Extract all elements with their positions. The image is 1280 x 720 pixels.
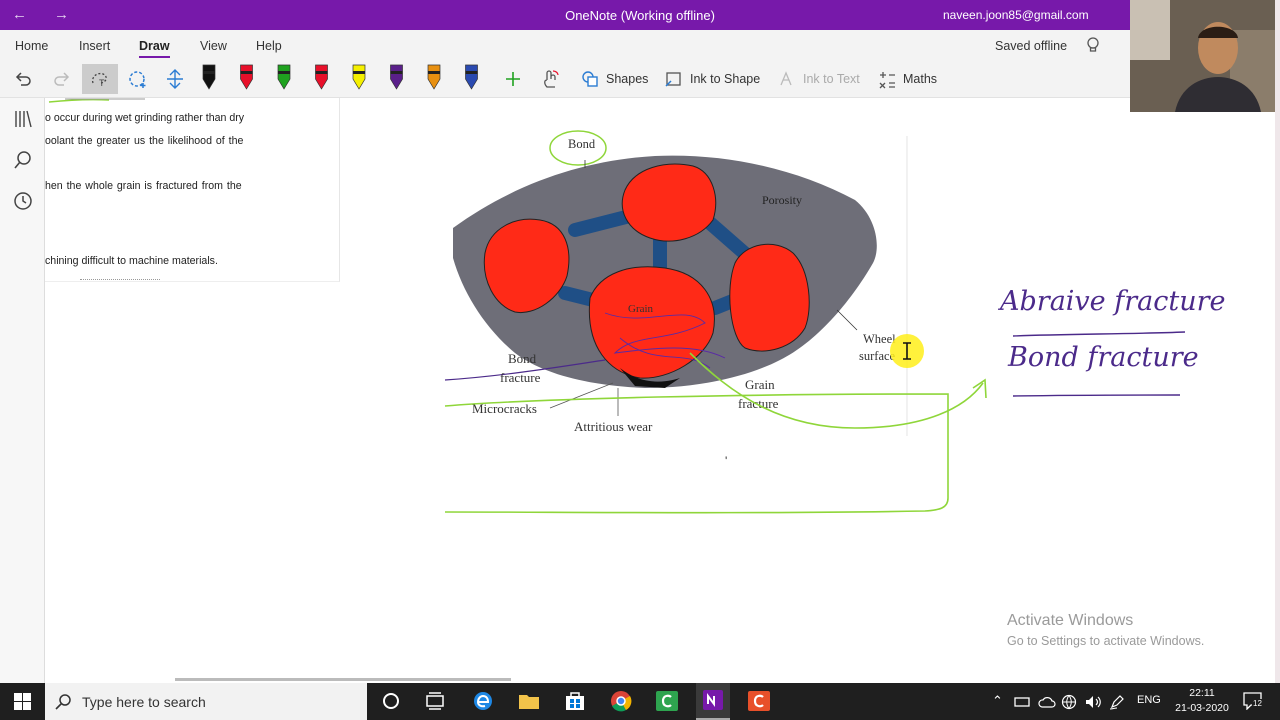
clock[interactable]: 22:11 21-03-2020: [1172, 686, 1232, 716]
label-bond-fracture-1: Bond: [508, 351, 537, 366]
wheel-wear-diagram: Bond Porosity Grain Wheel surface Bond f…: [444, 130, 1225, 514]
pen-2-icon[interactable]: [240, 64, 253, 90]
ink-green-arrowhead: [972, 378, 987, 399]
ink-to-text-label: Ink to Text: [803, 72, 860, 86]
volume-icon[interactable]: [1084, 694, 1102, 710]
maths-button[interactable]: Maths: [877, 64, 937, 94]
pen-4-icon[interactable]: [315, 64, 328, 90]
ink-to-shape-icon: [665, 72, 681, 87]
pen-1-icon[interactable]: [202, 64, 216, 90]
right-edge-strip: [1275, 0, 1280, 683]
ink-to-shape-button[interactable]: Ink to Shape: [664, 64, 760, 94]
onenote-taskbar-active[interactable]: [696, 683, 730, 720]
ink-underline-2: [1012, 394, 1181, 397]
undo-icon[interactable]: [13, 64, 33, 94]
store-icon[interactable]: [563, 689, 587, 713]
label-bond-fracture-2: fracture: [500, 370, 541, 385]
title-bar: ← → OneNote (Working offline) naveen.joo…: [0, 0, 1280, 30]
ink-to-shape-label: Ink to Shape: [690, 72, 761, 86]
pen-palette: [195, 64, 505, 94]
notifications-button[interactable]: 12: [1243, 692, 1263, 711]
label-bond: Bond: [568, 137, 596, 151]
redo-icon[interactable]: [52, 64, 72, 94]
label-grain-fracture-1: Grain: [745, 377, 775, 392]
onenote-icon: [703, 690, 723, 710]
label-porosity: Porosity: [762, 193, 802, 207]
search-icon[interactable]: [12, 149, 34, 171]
notification-count-badge: 12: [1252, 699, 1263, 708]
cortana-icon[interactable]: [379, 689, 403, 713]
pen-6-icon[interactable]: [390, 64, 403, 90]
insert-space-icon[interactable]: [165, 64, 185, 94]
tray-expand-icon[interactable]: ⌃: [992, 693, 1003, 709]
recent-clock-icon[interactable]: [12, 190, 34, 212]
left-nav-rail: [0, 98, 45, 683]
pen-row[interactable]: [195, 63, 505, 95]
ink-note-bond: Bond fracture: [1007, 342, 1199, 373]
tab-help[interactable]: Help: [256, 39, 282, 53]
lightbulb-icon[interactable]: [1086, 37, 1100, 60]
windows-start-icon[interactable]: [14, 693, 31, 710]
maths-label: Maths: [903, 72, 938, 86]
activate-subtitle: Go to Settings to activate Windows.: [1007, 634, 1205, 648]
eraser-add-space-icon[interactable]: [127, 64, 149, 94]
activate-windows-watermark: Activate Windows Go to Settings to activ…: [1007, 612, 1204, 648]
webcam-person-image: [1130, 0, 1275, 112]
file-explorer-icon[interactable]: [517, 689, 541, 713]
tab-insert[interactable]: Insert: [79, 39, 110, 53]
label-wheel: Wheel: [863, 332, 896, 346]
note-canvas[interactable]: Bond Porosity Grain Wheel surface Bond f…: [45, 98, 1280, 683]
clock-time: 22:11: [1189, 687, 1215, 699]
wheel-pointer: [836, 309, 858, 331]
tab-home[interactable]: Home: [15, 39, 48, 53]
pen-7-icon[interactable]: [427, 64, 441, 90]
add-pen-icon[interactable]: [503, 64, 523, 94]
maths-icon: [879, 72, 895, 89]
camtasia-orange-icon[interactable]: [747, 689, 771, 713]
pen-8-icon[interactable]: [465, 64, 478, 90]
ink-to-text-icon: [780, 71, 792, 86]
search-icon: [55, 694, 71, 710]
tab-view[interactable]: View: [200, 39, 227, 53]
label-grain-fracture-2: fracture: [738, 396, 779, 411]
shapes-label: Shapes: [606, 72, 649, 86]
shapes-icon: [582, 71, 598, 87]
pen-3-icon[interactable]: [277, 64, 291, 90]
activate-title: Activate Windows: [1007, 612, 1134, 629]
network-globe-icon[interactable]: [1061, 694, 1077, 710]
edge-browser-icon[interactable]: [471, 689, 495, 713]
account-email[interactable]: naveen.joon85@gmail.com: [943, 8, 1089, 22]
tab-draw[interactable]: Draw: [139, 39, 170, 58]
label-attritious-wear: Attritious wear: [574, 419, 653, 434]
ink-underline-1: [1012, 331, 1186, 337]
shapes-button[interactable]: Shapes: [580, 64, 648, 94]
chrome-icon[interactable]: [609, 689, 633, 713]
taskbar-search-box[interactable]: Type here to search: [45, 683, 367, 720]
label-grain: Grain: [628, 303, 654, 315]
search-placeholder: Type here to search: [82, 693, 206, 710]
camtasia-green-icon[interactable]: [655, 689, 679, 713]
svg-text:T: T: [99, 78, 105, 88]
tray-device-icon[interactable]: [1014, 695, 1030, 709]
ink-replay-icon[interactable]: [541, 64, 561, 94]
draw-toolbar: T Shapes Ink to Shape Ink to Text Maths: [0, 60, 1280, 98]
pen-5-icon[interactable]: [352, 64, 366, 90]
lasso-select-icon[interactable]: T: [82, 64, 118, 94]
saved-status: Saved offline: [995, 39, 1068, 53]
pen-ink-icon[interactable]: [1109, 694, 1125, 710]
horizontal-scrollbar[interactable]: [175, 678, 511, 681]
ink-note-abrasive: Abraive fracture: [997, 286, 1225, 317]
task-view-icon[interactable]: [423, 689, 447, 713]
ink-to-text-button[interactable]: Ink to Text: [777, 64, 860, 94]
onedrive-cloud-icon[interactable]: [1038, 695, 1056, 709]
ink-dot: ': [725, 454, 727, 468]
language-indicator[interactable]: ENG: [1137, 694, 1161, 706]
webcam-overlay: [1130, 0, 1275, 112]
ribbon-tabs: Home Insert Draw View Help Saved offline: [0, 30, 1280, 60]
microcracks-pointer: [549, 382, 614, 409]
notebooks-icon[interactable]: [12, 108, 34, 130]
clock-date: 21-03-2020: [1175, 702, 1229, 714]
taskbar: Type here to search ⌃ ENG 22:11 21-03-20…: [0, 683, 1280, 720]
